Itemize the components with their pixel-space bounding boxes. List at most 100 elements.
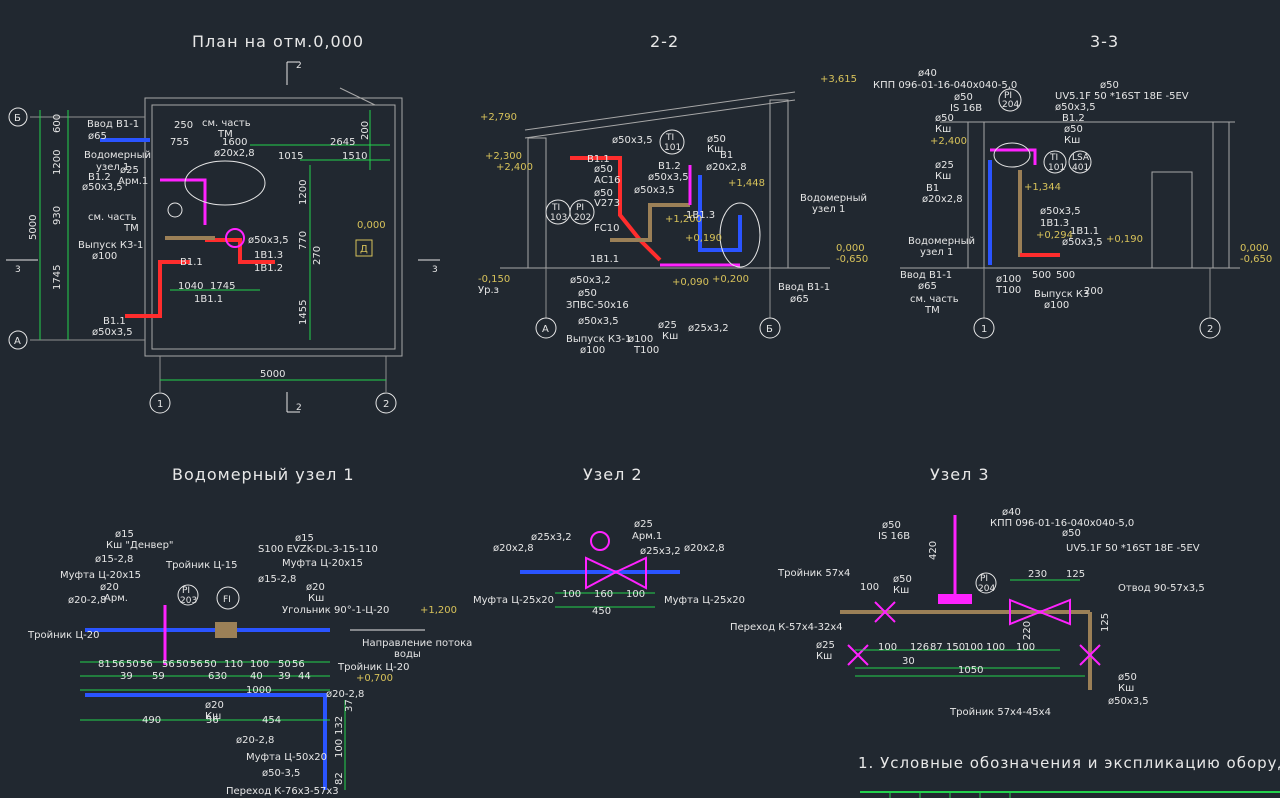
- drawing-label: Тройник 57х4: [777, 568, 850, 579]
- drawing-label: 230: [1028, 569, 1047, 580]
- drawing-label: ø25: [935, 160, 954, 171]
- drawing-label: 87: [930, 642, 943, 653]
- plan-roof-line: [339, 87, 376, 106]
- drawing-label: 450: [592, 606, 611, 617]
- drawing-label: -0,650: [1240, 254, 1272, 265]
- drawing-label: 100: [878, 642, 897, 653]
- drawing-label: +2,400: [930, 136, 967, 147]
- drawing-label: 1В1.1: [1070, 226, 1099, 237]
- drawing-label: ø50: [935, 113, 954, 124]
- drawing-label: PI: [182, 586, 190, 596]
- section-3-3: 1 2 ø40 КПП 096-01-16-040х040-5,0 ø50 IS…: [873, 68, 1272, 339]
- drawing-label: +2,400: [496, 162, 533, 173]
- drawing-label: ø20х2,8: [706, 162, 747, 173]
- drawing-label: 100: [964, 642, 983, 653]
- drawing-label: ø15: [295, 533, 314, 544]
- drawing-label: 160: [594, 589, 613, 600]
- drawing-label: ø20-2,8: [326, 689, 364, 700]
- drawing-label: 930: [52, 206, 63, 225]
- drawing-label: 56: [162, 659, 175, 670]
- drawing-label: TI: [551, 203, 560, 213]
- axis-b-label: Б: [14, 113, 21, 124]
- drawing-label: 1000: [246, 685, 271, 696]
- drawing-label: 39: [278, 671, 291, 682]
- drawing-label: 202: [574, 213, 591, 223]
- drawing-label: ø50х3,5: [1108, 696, 1149, 707]
- drawing-label: Кш: [816, 651, 832, 662]
- drawing-label: ø50-3,5: [262, 768, 300, 779]
- drawing-label: ø25х3,2: [688, 323, 729, 334]
- drawing-label: 1В1.3: [1040, 218, 1069, 229]
- drawing-label: ø50: [578, 288, 597, 299]
- drawing-label: 30: [902, 656, 915, 667]
- drawing-label: 103: [550, 213, 567, 223]
- drawing-label: ø50: [1100, 80, 1119, 91]
- drawing-label: Выпуск К3: [1034, 289, 1089, 300]
- drawing-label: 500: [1032, 270, 1051, 281]
- drawing-label: воды: [394, 649, 421, 660]
- drawing-label: 1В1.2: [254, 263, 283, 274]
- drawing-label: 1745: [210, 281, 235, 292]
- drawing-label: IS 16В: [950, 103, 982, 114]
- drawing-label: 132: [334, 716, 345, 735]
- drawing-label: ø25: [120, 165, 139, 176]
- drawing-label: 1015: [278, 151, 303, 162]
- drawing-label: +3,615: [820, 74, 857, 85]
- drawing-label: Выпуск К3-1: [78, 240, 143, 251]
- plan-tank: [184, 160, 266, 206]
- drawing-label: Тройник Ц-20: [27, 630, 99, 641]
- drawing-label: А: [542, 324, 549, 335]
- drawing-label: Кш: [662, 331, 678, 342]
- n3-valve-body: [938, 594, 972, 604]
- drawing-label: ø50х3,5: [1055, 102, 1096, 113]
- drawing-label: 1510: [342, 151, 367, 162]
- cut-2-label-top: 2: [296, 61, 302, 71]
- drawing-label: 770: [298, 231, 309, 250]
- drawing-label: 59: [152, 671, 165, 682]
- drawing-label: В1: [926, 183, 939, 194]
- drawing-label: ø20: [306, 582, 325, 593]
- drawing-label: 1: [981, 324, 987, 335]
- drawing-label: ø65: [88, 131, 107, 142]
- drawing-label: +2,790: [480, 112, 517, 123]
- drawing-label: ø50: [594, 164, 613, 175]
- drawing-label: 630: [208, 671, 227, 682]
- drawing-label: 1200: [298, 180, 309, 205]
- drawing-label: см. часть: [88, 212, 137, 223]
- drawing-label: +0,294: [1036, 230, 1073, 241]
- drawing-label: В1.1: [103, 316, 126, 327]
- drawing-label: Тройник Ц-20: [337, 662, 409, 673]
- drawing-label: ТМ: [123, 223, 139, 234]
- drawing-label: -0,150: [478, 274, 510, 285]
- drawing-label: 0,000: [357, 220, 386, 231]
- drawing-label: ø20х2,8: [493, 543, 534, 554]
- drawing-label: 81: [98, 659, 111, 670]
- drawing-label: 204: [978, 584, 995, 594]
- drawing-label: ø40: [1002, 507, 1021, 518]
- drawing-label: 490: [142, 715, 161, 726]
- s22-wall-right: [769, 99, 789, 269]
- drawing-label: Т100: [633, 345, 659, 356]
- drawing-label: ø25х3,2: [531, 532, 572, 543]
- drawing-canvas[interactable]: План на отм.0,000 2-2 3-3 Водомерный узе…: [0, 0, 1280, 798]
- drawing-label: 100: [334, 739, 345, 758]
- drawing-label: 56: [292, 659, 305, 670]
- drawing-label: 110: [224, 659, 243, 670]
- drawing-label: 1745: [52, 265, 63, 290]
- drawing-label: Муфта Ц-50х20: [246, 752, 327, 763]
- axis-1-label: 1: [157, 399, 163, 410]
- drawing-label: 100: [562, 589, 581, 600]
- drawing-label: ø20х2,8: [214, 148, 255, 159]
- drawing-label: 1040: [178, 281, 203, 292]
- drawing-label: ø25: [634, 519, 653, 530]
- drawing-label: ø20х2,8: [922, 194, 963, 205]
- drawing-label: Переход К-57х4-32х4: [730, 622, 843, 633]
- drawing-label: ø65: [918, 281, 937, 292]
- drawing-label: ø50: [893, 574, 912, 585]
- drawing-label: 56: [206, 715, 219, 726]
- drawing-label: +0,200: [712, 274, 749, 285]
- drawing-label: Арм.1: [118, 176, 148, 187]
- drawing-label: Тройник 57х4-45х4: [949, 707, 1051, 718]
- drawing-label: 2: [1207, 324, 1213, 335]
- drawing-label: 101: [1048, 163, 1065, 173]
